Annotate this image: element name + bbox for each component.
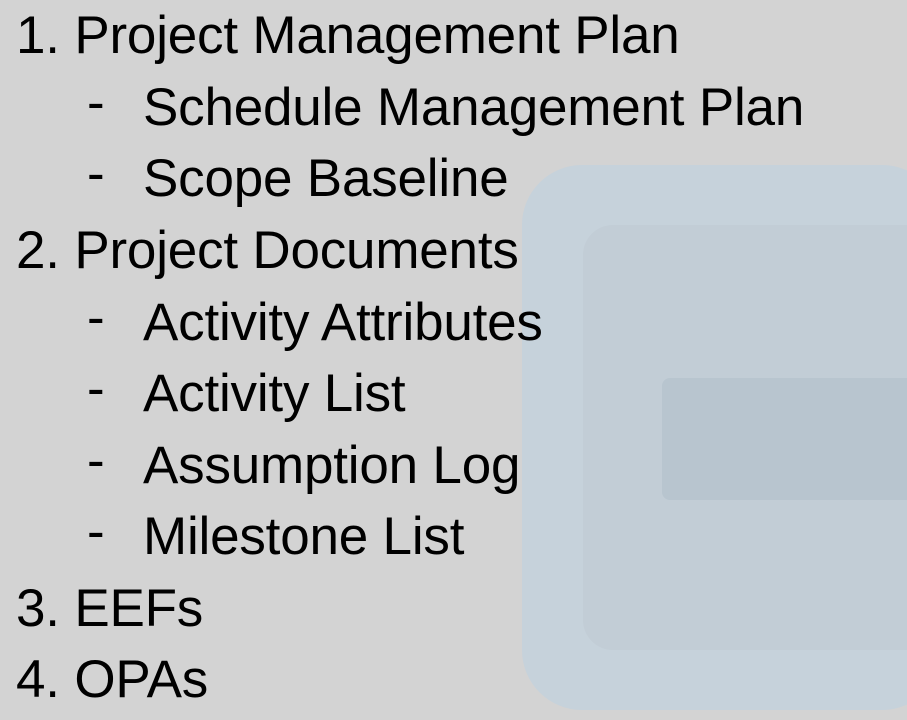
outline-subitem-text: Milestone List [143,507,465,566]
dash-bullet: - [87,502,105,561]
outline-subitem-activity-list: - Activity List [87,359,406,423]
outline-item-text: 4. OPAs [16,650,209,709]
outline-subitem-text: Schedule Management Plan [143,78,805,137]
outline-item-eefs: 3. EEFs [16,582,203,635]
dash-bullet: - [87,73,105,132]
outline-subitem-scope-baseline: - Scope Baseline [87,144,509,208]
outline-item-text: 1. Project Management Plan [16,6,680,65]
outline-subitem-milestone-list: - Milestone List [87,502,465,566]
outline-subitem-text: Activity Attributes [143,293,543,352]
outline-subitem-schedule-management-plan: - Schedule Management Plan [87,73,805,137]
outline-list: 1. Project Management Plan - Schedule Man… [0,0,907,720]
dash-bullet: - [87,144,105,203]
outline-item-project-documents: 2. Project Documents [16,224,519,277]
outline-item-text: 2. Project Documents [16,221,519,280]
outline-subitem-activity-attributes: - Activity Attributes [87,288,543,352]
dash-bullet: - [87,359,105,418]
outline-item-project-management-plan: 1. Project Management Plan [16,9,680,62]
dash-bullet: - [87,288,105,347]
outline-subitem-text: Scope Baseline [143,149,509,208]
outline-subitem-assumption-log: - Assumption Log [87,431,521,495]
outline-subitem-text: Activity List [143,364,406,423]
outline-item-opas: 4. OPAs [16,653,208,706]
outline-item-text: 3. EEFs [16,579,204,638]
outline-subitem-text: Assumption Log [143,436,521,495]
dash-bullet: - [87,431,105,490]
